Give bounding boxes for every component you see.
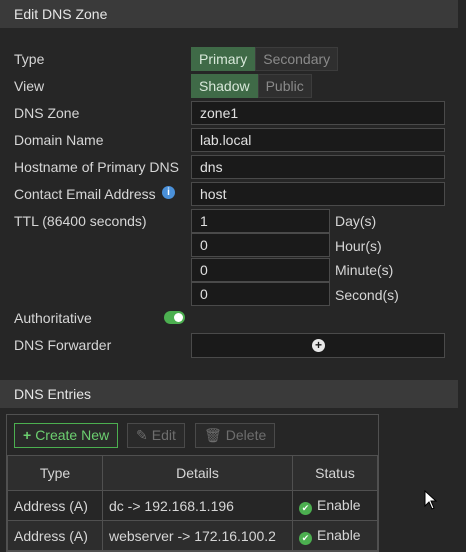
dns-zone-label: DNS Zone [14,105,80,121]
type-label: Type [14,51,45,67]
dns-entries-header: DNS Entries [0,380,458,408]
row-details: webserver -> 172.16.100.2 [102,520,293,551]
edit-dns-zone-header: Edit DNS Zone [0,0,458,28]
ttl-minutes-input[interactable]: 0 [191,258,330,282]
ttl-label: TTL (86400 seconds) [14,213,147,229]
ttl-seconds-input[interactable]: 0 [191,282,330,306]
row-type: Address (A) [7,490,103,521]
ttl-hours-input[interactable]: 0 [191,233,330,257]
type-segmented-control: Primary Secondary [191,47,339,71]
check-circle-icon: ✔ [299,501,312,515]
trash-icon: 🗑 [204,427,222,443]
view-shadow-option[interactable]: Shadow [191,74,258,98]
table-row[interactable]: Address (A) dc -> 192.168.1.196 ✔ Enable [7,490,378,521]
ttl-days-unit: Day(s) [335,213,377,229]
column-header-details[interactable]: Details [102,455,293,491]
check-circle-icon: ✔ [299,531,312,545]
authoritative-toggle[interactable] [164,311,185,324]
type-primary-option[interactable]: Primary [191,47,256,71]
dns-forwarder-label: DNS Forwarder [14,337,112,353]
row-status: ✔ Enable [292,490,378,521]
hostname-label: Hostname of Primary DNS [14,159,179,175]
add-forwarder-button[interactable]: + [191,333,445,358]
view-public-option[interactable]: Public [257,74,312,98]
type-secondary-option[interactable]: Secondary [255,47,339,71]
view-label: View [14,78,45,94]
dns-zone-input[interactable]: zone1 [191,101,445,125]
column-header-type[interactable]: Type [7,455,103,491]
authoritative-label: Authoritative [14,310,92,326]
create-new-button[interactable]: + Create New [14,423,119,448]
table-header-row: Type Details Status [7,455,378,491]
delete-label: Delete [225,427,267,443]
dns-entries-table: Type Details Status Address (A) dc -> 19… [7,455,378,551]
dns-entries-panel: + Create New ✎ Edit 🗑 Delete Type Details S… [6,414,379,552]
ttl-days-input[interactable]: 1 [191,209,330,233]
page-title: Edit DNS Zone [14,6,108,22]
view-segmented-control: Shadow Public [191,74,312,98]
ttl-hours-unit: Hour(s) [335,238,382,254]
plus-icon: + [23,427,32,443]
row-type: Address (A) [7,520,103,551]
ttl-seconds-unit: Second(s) [335,287,399,303]
column-header-status[interactable]: Status [292,455,378,491]
info-icon[interactable]: i [162,186,175,199]
dns-entries-title: DNS Entries [14,386,92,402]
pencil-icon: ✎ [136,427,148,443]
domain-name-input[interactable]: lab.local [191,128,445,152]
table-row[interactable]: Address (A) webserver -> 172.16.100.2 ✔ E… [7,520,378,551]
contact-email-label: Contact Email Address [14,186,156,202]
status-text: Enable [317,496,361,513]
row-details: dc -> 192.168.1.196 [102,490,293,521]
ttl-minutes-unit: Minute(s) [335,262,394,278]
domain-name-label: Domain Name [14,132,104,148]
create-new-label: Create New [35,427,110,443]
plus-circle-icon: + [312,339,325,352]
contact-email-input[interactable]: host [191,182,445,206]
delete-button[interactable]: 🗑 Delete [195,423,276,448]
status-text: Enable [317,526,361,543]
edit-label: Edit [151,427,176,443]
edit-button[interactable]: ✎ Edit [127,423,185,448]
row-status: ✔ Enable [292,520,378,551]
mouse-cursor-icon [424,490,438,510]
hostname-input[interactable]: dns [191,155,445,179]
